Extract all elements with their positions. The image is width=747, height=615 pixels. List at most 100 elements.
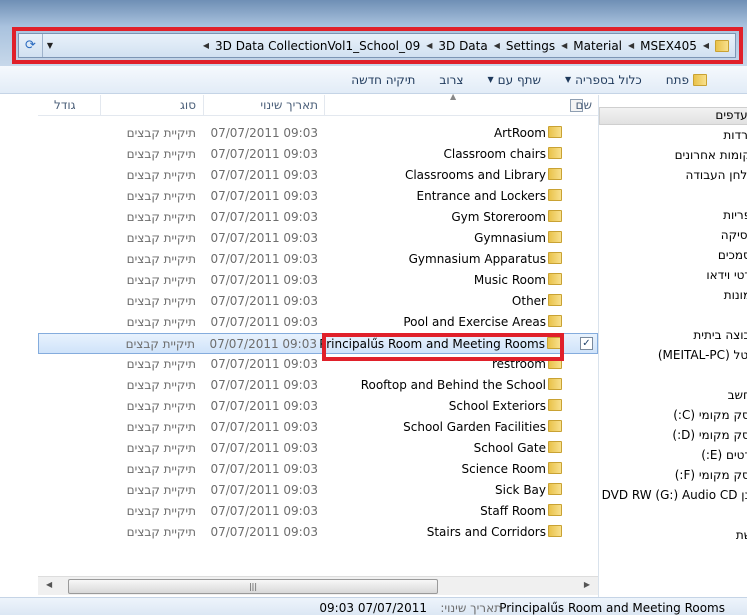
file-name[interactable]: Stairs and Corridors <box>427 525 546 539</box>
file-name[interactable]: Classroom chairs <box>443 147 546 161</box>
file-row[interactable]: Gym Storeroom 07/07/2011 09:03 תיקיית קבצי… <box>38 207 598 228</box>
file-type: תיקיית קבצים <box>126 147 196 161</box>
scroll-right-arrow[interactable]: ▶ <box>584 580 590 589</box>
nav-item[interactable]: דיסק מקומי (C:) <box>673 408 747 422</box>
column-type[interactable]: סוג <box>180 98 196 112</box>
file-row[interactable]: ArtRoom 07/07/2011 09:03 תיקיית קבצים <box>38 123 598 144</box>
sort-ascending-icon: ▲ <box>450 92 457 101</box>
file-type: תיקיית קבצים <box>126 294 196 308</box>
file-row[interactable]: Music Room 07/07/2011 09:03 תיקיית קבצים <box>38 270 598 291</box>
burn-button[interactable]: צרוב <box>427 73 475 87</box>
file-name[interactable]: Classrooms and Library <box>405 168 546 182</box>
file-name[interactable]: Music Room <box>474 273 546 287</box>
file-name[interactable]: Other <box>512 294 546 308</box>
file-row[interactable]: Gymnasium Apparatus 07/07/2011 09:03 תיקיי… <box>38 249 598 270</box>
folder-icon <box>548 462 562 474</box>
file-date: 07/07/2011 09:03 <box>210 504 318 518</box>
file-type: תיקיית קבצים <box>126 231 196 245</box>
file-row[interactable]: School Exteriors 07/07/2011 09:03 תיקיית ק… <box>38 396 598 417</box>
file-name[interactable]: ArtRoom <box>494 126 546 140</box>
highlight-address-bar <box>12 27 743 64</box>
nav-item[interactable]: שולחן העבודה <box>686 168 747 182</box>
file-name[interactable]: Entrance and Lockers <box>417 189 546 203</box>
folder-icon <box>548 525 562 537</box>
file-name[interactable]: Gym Storeroom <box>451 210 546 224</box>
status-date-label: תאריך שינוי: <box>440 601 502 615</box>
folder-icon <box>548 126 562 138</box>
row-checkbox[interactable]: ✓ <box>580 337 593 350</box>
new-folder-button[interactable]: תיקיה חדשה <box>339 73 427 87</box>
file-name[interactable]: School Exteriors <box>449 399 546 413</box>
nav-item[interactable]: מסמכים <box>718 248 747 262</box>
file-type: תיקיית קבצים <box>126 504 196 518</box>
scroll-thumb[interactable]: ||| <box>68 579 438 594</box>
file-date: 07/07/2011 09:03 <box>210 420 318 434</box>
file-date: 07/07/2011 09:03 <box>210 441 318 455</box>
file-name[interactable]: School Gate <box>474 441 546 455</box>
nav-item[interactable]: מחשב <box>728 388 747 402</box>
file-row[interactable]: Classrooms and Library 07/07/2011 09:03 תי… <box>38 165 598 186</box>
open-label: פתח <box>665 72 689 87</box>
nav-favorites-header[interactable]: מועדפים <box>715 108 747 122</box>
nav-item[interactable]: כונן DVD RW (G:) Audio CD <box>602 488 747 502</box>
column-header: שם ▲ תאריך שינוי סוג גודל <box>38 92 598 116</box>
nav-item[interactable]: סרטי וידאו <box>706 268 747 282</box>
nav-item[interactable]: מיטל (MEITAL-PC) <box>658 348 747 362</box>
nav-item[interactable]: קבוצה ביתית <box>693 328 747 342</box>
file-name[interactable]: Pool and Exercise Areas <box>403 315 546 329</box>
file-row[interactable]: Staff Room 07/07/2011 09:03 תיקיית קבצים <box>38 501 598 522</box>
file-row[interactable]: Stairs and Corridors 07/07/2011 09:03 תיקי… <box>38 522 598 543</box>
column-size[interactable]: גודל <box>54 98 76 112</box>
file-name[interactable]: Rooftop and Behind the School <box>361 378 546 392</box>
file-name[interactable]: School Garden Facilities <box>403 420 546 434</box>
file-row[interactable]: Entrance and Lockers 07/07/2011 09:03 תיקי… <box>38 186 598 207</box>
folder-icon <box>548 273 562 285</box>
file-row[interactable]: Other 07/07/2011 09:03 תיקיית קבצים <box>38 291 598 312</box>
open-folder-icon <box>693 73 707 86</box>
toolbar: פתח כלול בספריה ▼ שתף עם ▼ צרוב תיקיה חדשה <box>0 66 747 94</box>
nav-item[interactable]: מוסיקה <box>721 228 747 242</box>
file-date: 07/07/2011 09:03 <box>210 315 318 329</box>
nav-item[interactable]: תמונות <box>724 288 747 302</box>
file-type: תיקיית קבצים <box>126 315 196 329</box>
nav-item[interactable]: ספריות <box>723 208 747 222</box>
nav-item[interactable]: דיסק מקומי (D:) <box>672 428 747 442</box>
file-type: תיקיית קבצים <box>126 525 196 539</box>
file-row[interactable]: Pool and Exercise Areas 07/07/2011 09:03 ת… <box>38 312 598 333</box>
nav-item[interactable]: הורדות <box>723 128 747 142</box>
nav-item[interactable]: מקומות אחרונים <box>675 148 747 162</box>
column-name[interactable]: שם <box>576 98 592 112</box>
file-date: 07/07/2011 09:03 <box>210 525 318 539</box>
open-button[interactable]: פתח <box>654 73 719 87</box>
file-date: 07/07/2011 09:03 <box>210 126 318 140</box>
file-name[interactable]: Gymnasium <box>474 231 546 245</box>
column-date[interactable]: תאריך שינוי <box>260 98 318 112</box>
file-name[interactable]: Staff Room <box>480 504 546 518</box>
nav-item[interactable]: דיסק מקומי (F:) <box>675 468 747 482</box>
share-with-button[interactable]: שתף עם ▼ <box>476 73 554 87</box>
folder-icon <box>548 378 562 390</box>
horizontal-scrollbar[interactable]: ◀ ||| ▶ <box>38 576 598 595</box>
nav-item[interactable]: סרטים (E:) <box>701 448 747 462</box>
file-row[interactable]: Sick Bay 07/07/2011 09:03 תיקיית קבצים <box>38 480 598 501</box>
file-name[interactable]: Gymnasium Apparatus <box>409 252 546 266</box>
file-name[interactable]: Sick Bay <box>495 483 546 497</box>
include-in-library-button[interactable]: כלול בספריה ▼ <box>553 73 654 87</box>
file-row[interactable]: Rooftop and Behind the School 07/07/2011 … <box>38 375 598 396</box>
file-row[interactable]: Science Room 07/07/2011 09:03 תיקיית קבצים <box>38 459 598 480</box>
file-type: תיקיית קבצים <box>126 126 196 140</box>
file-date: 07/07/2011 09:03 <box>209 337 317 351</box>
file-row[interactable]: School Gate 07/07/2011 09:03 תיקיית קבצים <box>38 438 598 459</box>
file-type: תיקיית קבצים <box>126 462 196 476</box>
file-row[interactable]: Gymnasium 07/07/2011 09:03 תיקיית קבצים <box>38 228 598 249</box>
file-name[interactable]: Science Room <box>461 462 546 476</box>
file-row[interactable]: Classroom chairs 07/07/2011 09:03 תיקיית ק… <box>38 144 598 165</box>
file-row[interactable]: School Garden Facilities 07/07/2011 09:03… <box>38 417 598 438</box>
nav-item[interactable]: רשת <box>736 528 747 542</box>
folder-icon <box>548 147 562 159</box>
file-type: תיקיית קבצים <box>126 378 196 392</box>
caret-down-icon: ▼ <box>487 75 494 84</box>
file-date: 07/07/2011 09:03 <box>210 294 318 308</box>
status-name: Principalűs Room and Meeting Rooms <box>499 601 725 615</box>
scroll-left-arrow[interactable]: ◀ <box>46 580 52 589</box>
